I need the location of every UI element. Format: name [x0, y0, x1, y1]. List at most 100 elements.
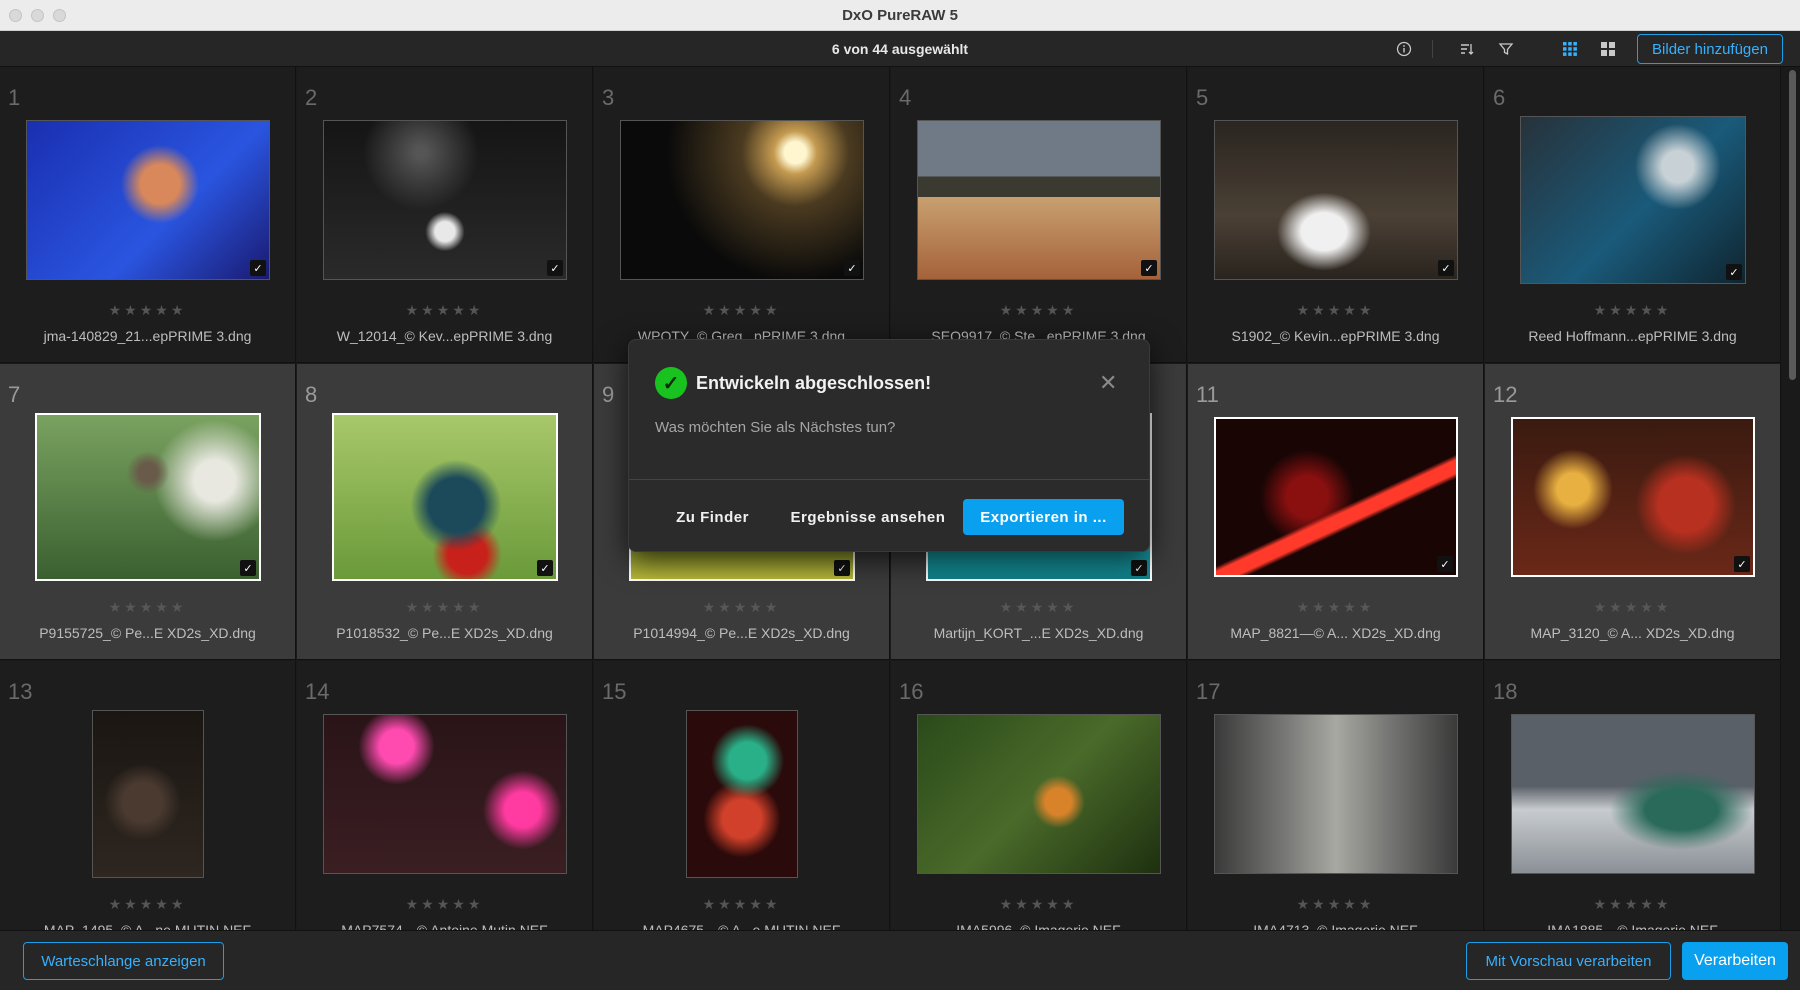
toolbar: 6 von 44 ausgewählt Bilder hinzufügen [0, 31, 1800, 67]
file-name: IMA4713_© Imagerie.NEF [1253, 922, 1418, 930]
star-rating[interactable]: ★★★★★ [891, 302, 1186, 319]
star-rating[interactable]: ★★★★★ [594, 599, 889, 616]
image-thumbnail[interactable] [92, 710, 204, 878]
file-name: Martijn_KORT_...E XD2s_XD.dng [933, 625, 1144, 641]
processed-check-icon: ✓ [1734, 556, 1750, 572]
image-thumbnail[interactable] [323, 714, 567, 874]
image-cell[interactable]: 5 ✓ ★★★★★ S1902_© Kevin...epPRIME 3.dng [1188, 67, 1484, 363]
file-name: MAP_3120_© A... XD2s_XD.dng [1530, 625, 1735, 641]
image-thumbnail[interactable]: ✓ [620, 120, 864, 280]
image-number: 5 [1196, 85, 1209, 110]
processed-check-icon: ✓ [547, 260, 563, 276]
processed-check-icon: ✓ [1141, 260, 1157, 276]
star-rating[interactable]: ★★★★★ [0, 302, 295, 319]
image-cell[interactable]: 8 ✓ ★★★★★ P1018532_© Pe...E XD2s_XD.dng [297, 364, 593, 660]
star-rating[interactable]: ★★★★★ [297, 896, 592, 913]
window-title: DxO PureRAW 5 [842, 7, 958, 24]
process-button[interactable]: Verarbeiten [1682, 942, 1788, 980]
star-rating[interactable]: ★★★★★ [297, 599, 592, 616]
image-number: 2 [305, 85, 318, 110]
file-name: MAP_1495_© A...ne MUTIN.NEF [43, 922, 252, 930]
star-rating[interactable]: ★★★★★ [0, 896, 295, 913]
image-cell[interactable]: 18 ★★★★★ IMA1885—© Imagerie.NEF [1485, 661, 1781, 930]
image-number: 9 [602, 382, 615, 407]
selection-count: 6 von 44 ausgewählt [831, 41, 969, 57]
image-cell[interactable]: 4 ✓ ★★★★★ SEQ9917_© Ste...epPRIME 3.dng [891, 67, 1187, 363]
image-number: 4 [899, 85, 912, 110]
star-rating[interactable]: ★★★★★ [1188, 302, 1483, 319]
grid-scrollbar[interactable] [1789, 70, 1796, 380]
process-with-preview-button[interactable]: Mit Vorschau verarbeiten [1466, 942, 1671, 980]
image-cell[interactable]: 16 ★★★★★ IMA5996_© Imagerie.NEF [891, 661, 1187, 930]
dialog-subtitle: Was möchten Sie als Nächstes tun? [655, 419, 896, 436]
image-thumbnail[interactable] [917, 714, 1161, 874]
star-rating[interactable]: ★★★★★ [1188, 896, 1483, 913]
processed-check-icon: ✓ [844, 260, 860, 276]
file-name: IMA1885—© Imagerie.NEF [1547, 922, 1718, 930]
image-thumbnail[interactable] [686, 710, 798, 878]
export-to-button[interactable]: Exportieren in ... [963, 499, 1124, 535]
file-name: jma-140829_21...epPRIME 3.dng [43, 328, 252, 344]
image-cell[interactable]: 6 ✓ ★★★★★ Reed Hoffmann...epPRIME 3.dng [1485, 67, 1781, 363]
image-thumbnail[interactable]: ✓ [1214, 417, 1458, 577]
image-cell[interactable]: 11 ✓ ★★★★★ MAP_8821—© A... XD2s_XD.dng [1188, 364, 1484, 660]
image-cell[interactable]: 1 ✓ ★★★★★ jma-140829_21...epPRIME 3.dng [0, 67, 296, 363]
image-number: 17 [1196, 679, 1221, 704]
filter-icon[interactable] [1497, 40, 1515, 58]
image-number: 11 [1196, 382, 1219, 407]
image-cell[interactable]: 14 ★★★★★ MAP7574—© Antoine Mutin.NEF [297, 661, 593, 930]
star-rating[interactable]: ★★★★★ [891, 599, 1186, 616]
image-thumbnail[interactable]: ✓ [1520, 116, 1746, 284]
star-rating[interactable]: ★★★★★ [1485, 896, 1780, 913]
close-icon[interactable]: ✕ [1099, 370, 1117, 396]
processed-check-icon: ✓ [240, 560, 256, 576]
image-thumbnail[interactable]: ✓ [332, 413, 558, 581]
file-name: MAP7574—© Antoine Mutin.NEF [341, 922, 548, 930]
image-number: 7 [8, 382, 21, 407]
image-thumbnail[interactable]: ✓ [1511, 417, 1755, 577]
image-cell[interactable]: 17 ★★★★★ IMA4713_© Imagerie.NEF [1188, 661, 1484, 930]
show-queue-button[interactable]: Warteschlange anzeigen [23, 942, 224, 980]
grid-large-icon[interactable] [1599, 40, 1617, 58]
image-thumbnail[interactable]: ✓ [26, 120, 270, 280]
dialog-title: Entwickeln abgeschlossen! [696, 373, 932, 393]
image-cell[interactable]: 13 ★★★★★ MAP_1495_© A...ne MUTIN.NEF [0, 661, 296, 930]
image-thumbnail[interactable]: ✓ [1214, 120, 1458, 280]
image-cell[interactable]: 12 ✓ ★★★★★ MAP_3120_© A... XD2s_XD.dng [1485, 364, 1781, 660]
star-rating[interactable]: ★★★★★ [891, 896, 1186, 913]
add-images-button[interactable]: Bilder hinzufügen [1637, 34, 1783, 64]
star-rating[interactable]: ★★★★★ [1188, 599, 1483, 616]
image-number: 18 [1493, 679, 1518, 704]
view-results-button[interactable]: Ergebnisse ansehen [777, 499, 959, 535]
image-number: 14 [305, 679, 330, 704]
file-name: P1018532_© Pe...E XD2s_XD.dng [336, 625, 553, 641]
grid-small-icon[interactable] [1561, 40, 1579, 58]
go-to-finder-button[interactable]: Zu Finder [655, 499, 770, 535]
image-cell[interactable]: 15 ★★★★★ MAP4675—© A...e MUTIN.NEF [594, 661, 890, 930]
info-icon[interactable] [1395, 40, 1413, 58]
image-thumbnail[interactable] [1511, 714, 1755, 874]
file-name: W_12014_© Kev...epPRIME 3.dng [336, 328, 553, 344]
star-rating[interactable]: ★★★★★ [1485, 302, 1780, 319]
star-rating[interactable]: ★★★★★ [1485, 599, 1780, 616]
image-cell[interactable]: 2 ✓ ★★★★★ W_12014_© Kev...epPRIME 3.dng [297, 67, 593, 363]
image-thumbnail[interactable] [1214, 714, 1458, 874]
processing-complete-dialog: ✓ Entwickeln abgeschlossen! ✕ Was möchte… [628, 339, 1150, 552]
file-name: IMA5996_© Imagerie.NEF [956, 922, 1121, 930]
image-number: 12 [1493, 382, 1518, 407]
image-number: 3 [602, 85, 615, 110]
image-thumbnail[interactable]: ✓ [917, 120, 1161, 280]
star-rating[interactable]: ★★★★★ [594, 896, 889, 913]
file-name: MAP4675—© A...e MUTIN.NEF [642, 922, 841, 930]
image-cell[interactable]: 7 ✓ ★★★★★ P9155725_© Pe...E XD2s_XD.dng [0, 364, 296, 660]
sort-icon[interactable] [1458, 40, 1476, 58]
star-rating[interactable]: ★★★★★ [594, 302, 889, 319]
image-number: 16 [899, 679, 924, 704]
image-thumbnail[interactable]: ✓ [323, 120, 567, 280]
star-rating[interactable]: ★★★★★ [297, 302, 592, 319]
title-bar: DxO PureRAW 5 [0, 0, 1800, 31]
star-rating[interactable]: ★★★★★ [0, 599, 295, 616]
image-cell[interactable]: 3 ✓ ★★★★★ WPOTY_© Greg...pPRIME 3.dng [594, 67, 890, 363]
image-thumbnail[interactable]: ✓ [35, 413, 261, 581]
image-number: 1 [8, 85, 21, 110]
